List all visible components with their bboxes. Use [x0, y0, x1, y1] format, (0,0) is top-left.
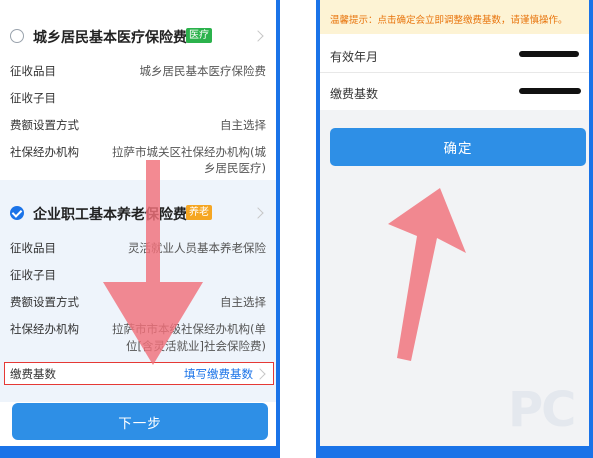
down-arrow-icon: [103, 160, 203, 365]
up-arrow-icon: [388, 188, 466, 361]
annotation-arrows: [103, 160, 466, 365]
